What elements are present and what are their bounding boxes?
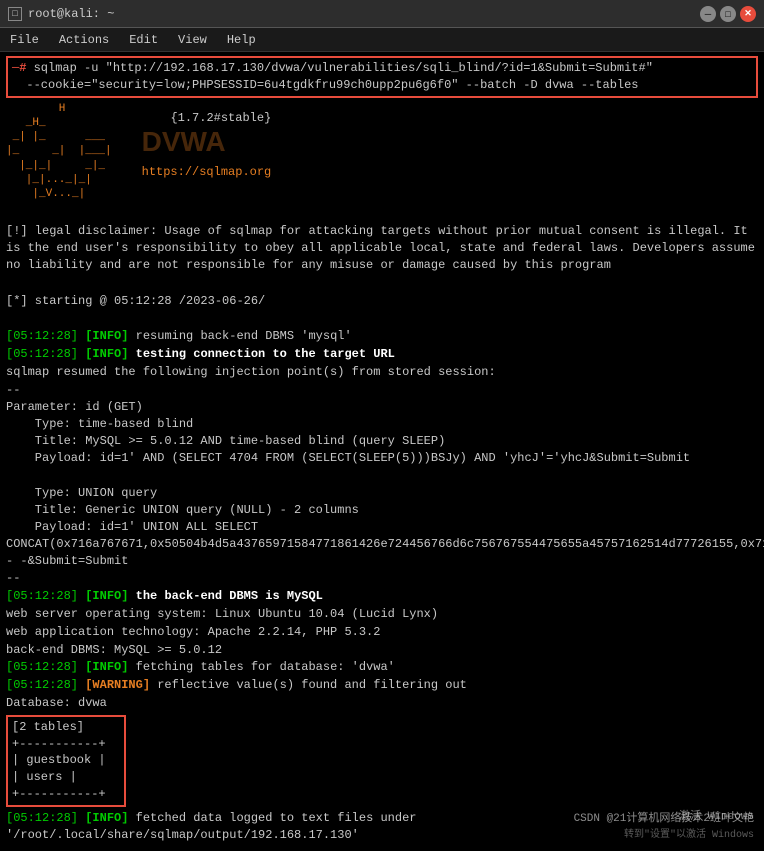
menu-help[interactable]: Help — [223, 31, 260, 49]
close-button[interactable]: ✕ — [740, 6, 756, 22]
menu-file[interactable]: File — [6, 31, 43, 49]
log-line-2: [05:12:28] [INFO] testing connection to … — [6, 346, 758, 363]
titlebar-left: □ root@kali: ~ — [8, 7, 114, 21]
menu-view[interactable]: View — [174, 31, 211, 49]
watermark: CSDN @21计算机网络技术2班叶文艳 转到"设置"以激活 Windows — [574, 809, 754, 841]
union-section: Type: UNION query Title: Generic UNION q… — [6, 485, 758, 569]
table-border-bottom: +-----------+ — [12, 786, 120, 803]
minimize-button[interactable]: ─ — [700, 6, 716, 22]
terminal[interactable]: ─# sqlmap -u "http://192.168.17.130/dvwa… — [0, 52, 764, 851]
log-line-1: [05:12:28] [INFO] resuming back-end DBMS… — [6, 328, 758, 345]
menubar: File Actions Edit View Help — [0, 28, 764, 52]
menu-edit[interactable]: Edit — [125, 31, 162, 49]
disclaimer-line: [!] legal disclaimer: Usage of sqlmap fo… — [6, 223, 758, 273]
log-line-3: sqlmap resumed the following injection p… — [6, 364, 758, 381]
tables-count: [2 tables] — [12, 719, 120, 736]
table-block: [2 tables] +-----------+ | guestbook | |… — [6, 715, 126, 807]
param-section: Parameter: id (GET) Type: time-based bli… — [6, 399, 758, 466]
sqlmap-url: https://sqlmap.org — [142, 164, 272, 181]
prompt-symbol: ─# — [12, 61, 34, 75]
tech-line: web application technology: Apache 2.2.1… — [6, 624, 758, 641]
sqlmap-url-link[interactable]: https://sqlmap.org — [142, 165, 272, 179]
table-row-guestbook: | guestbook | — [12, 752, 120, 769]
log-fetching: [05:12:28] [INFO] fetching tables for da… — [6, 659, 758, 676]
logo-right: {1.7.2#stable} DVWA https://sqlmap.org — [142, 110, 272, 181]
command-block: ─# sqlmap -u "http://192.168.17.130/dvwa… — [6, 56, 758, 98]
titlebar: □ root@kali: ~ ─ □ ✕ — [0, 0, 764, 28]
menu-actions[interactable]: Actions — [55, 31, 113, 49]
titlebar-controls: ─ □ ✕ — [700, 6, 756, 22]
dvwa-watermark: DVWA — [142, 122, 272, 161]
table-row-users: | users | — [12, 769, 120, 786]
separator-1: -- — [6, 382, 758, 399]
log-warning: [05:12:28] [WARNING] reflective value(s)… — [6, 677, 758, 694]
command-text: sqlmap -u "http://192.168.17.130/dvwa/vu… — [12, 61, 653, 92]
window-icon-symbol: □ — [12, 9, 17, 19]
maximize-button[interactable]: □ — [720, 6, 736, 22]
logo-ascii: H _H_ _| |_ ___ |_ _| |___| |_|_| _|_ |_… — [6, 102, 112, 202]
log-line-dbms: [05:12:28] [INFO] the back-end DBMS is M… — [6, 588, 758, 605]
starting-line: [*] starting @ 05:12:28 /2023-06-26/ — [6, 293, 758, 310]
table-border-top: +-----------+ — [12, 736, 120, 753]
window-icon: □ — [8, 7, 22, 21]
db-name-line: Database: dvwa — [6, 695, 758, 712]
logo-block: H _H_ _| |_ ___ |_ _| |___| |_|_| _|_ |_… — [6, 102, 758, 202]
separator-2: -- — [6, 570, 758, 587]
os-line: web server operating system: Linux Ubunt… — [6, 606, 758, 623]
titlebar-title: root@kali: ~ — [28, 7, 114, 21]
dbms-line: back-end DBMS: MySQL >= 5.0.12 — [6, 642, 758, 659]
